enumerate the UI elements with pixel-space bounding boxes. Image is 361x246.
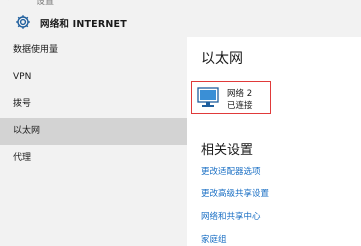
sidebar-item-label: 以太网 [13, 126, 41, 136]
main-panel: 以太网 网络 2 已连接 相关设置 更改适配器选项 更改高级共享设置 网络和共享… [187, 37, 361, 246]
sidebar-item-label: 数据使用量 [13, 45, 59, 55]
network-adapter-tile[interactable]: 网络 2 已连接 [191, 81, 271, 114]
section-heading-ethernet: 以太网 [201, 51, 243, 67]
link-adapter-options[interactable]: 更改适配器选项 [201, 165, 261, 177]
page-header: 网络和 INTERNET [0, 7, 361, 37]
sidebar: 数据使用量 VPN 拨号 以太网 代理 [0, 37, 187, 246]
sidebar-item-proxy[interactable]: 代理 [0, 145, 187, 172]
gear-icon [16, 15, 30, 29]
back-arrow-icon[interactable]: ← [6, 0, 14, 4]
network-name: 网络 2 [227, 89, 253, 99]
link-homegroup[interactable]: 家庭组 [201, 233, 227, 245]
window-titlebar: ← 设置 [0, 0, 361, 7]
link-advanced-sharing[interactable]: 更改高级共享设置 [201, 187, 269, 199]
sidebar-item-label: 拨号 [13, 99, 32, 109]
monitor-network-icon [197, 87, 219, 107]
sidebar-item-ethernet[interactable]: 以太网 [0, 118, 187, 145]
breadcrumb: 设置 [36, 0, 55, 7]
network-status: 已连接 [227, 101, 253, 111]
related-settings-heading: 相关设置 [201, 143, 254, 158]
sidebar-item-label: VPN [13, 72, 32, 82]
page-title: 网络和 INTERNET [40, 19, 127, 30]
sidebar-item-dialup[interactable]: 拨号 [0, 91, 187, 118]
link-network-sharing-center[interactable]: 网络和共享中心 [201, 210, 261, 222]
sidebar-item-label: 代理 [13, 153, 32, 163]
sidebar-item-data-usage[interactable]: 数据使用量 [0, 37, 187, 64]
sidebar-item-vpn[interactable]: VPN [0, 64, 187, 91]
